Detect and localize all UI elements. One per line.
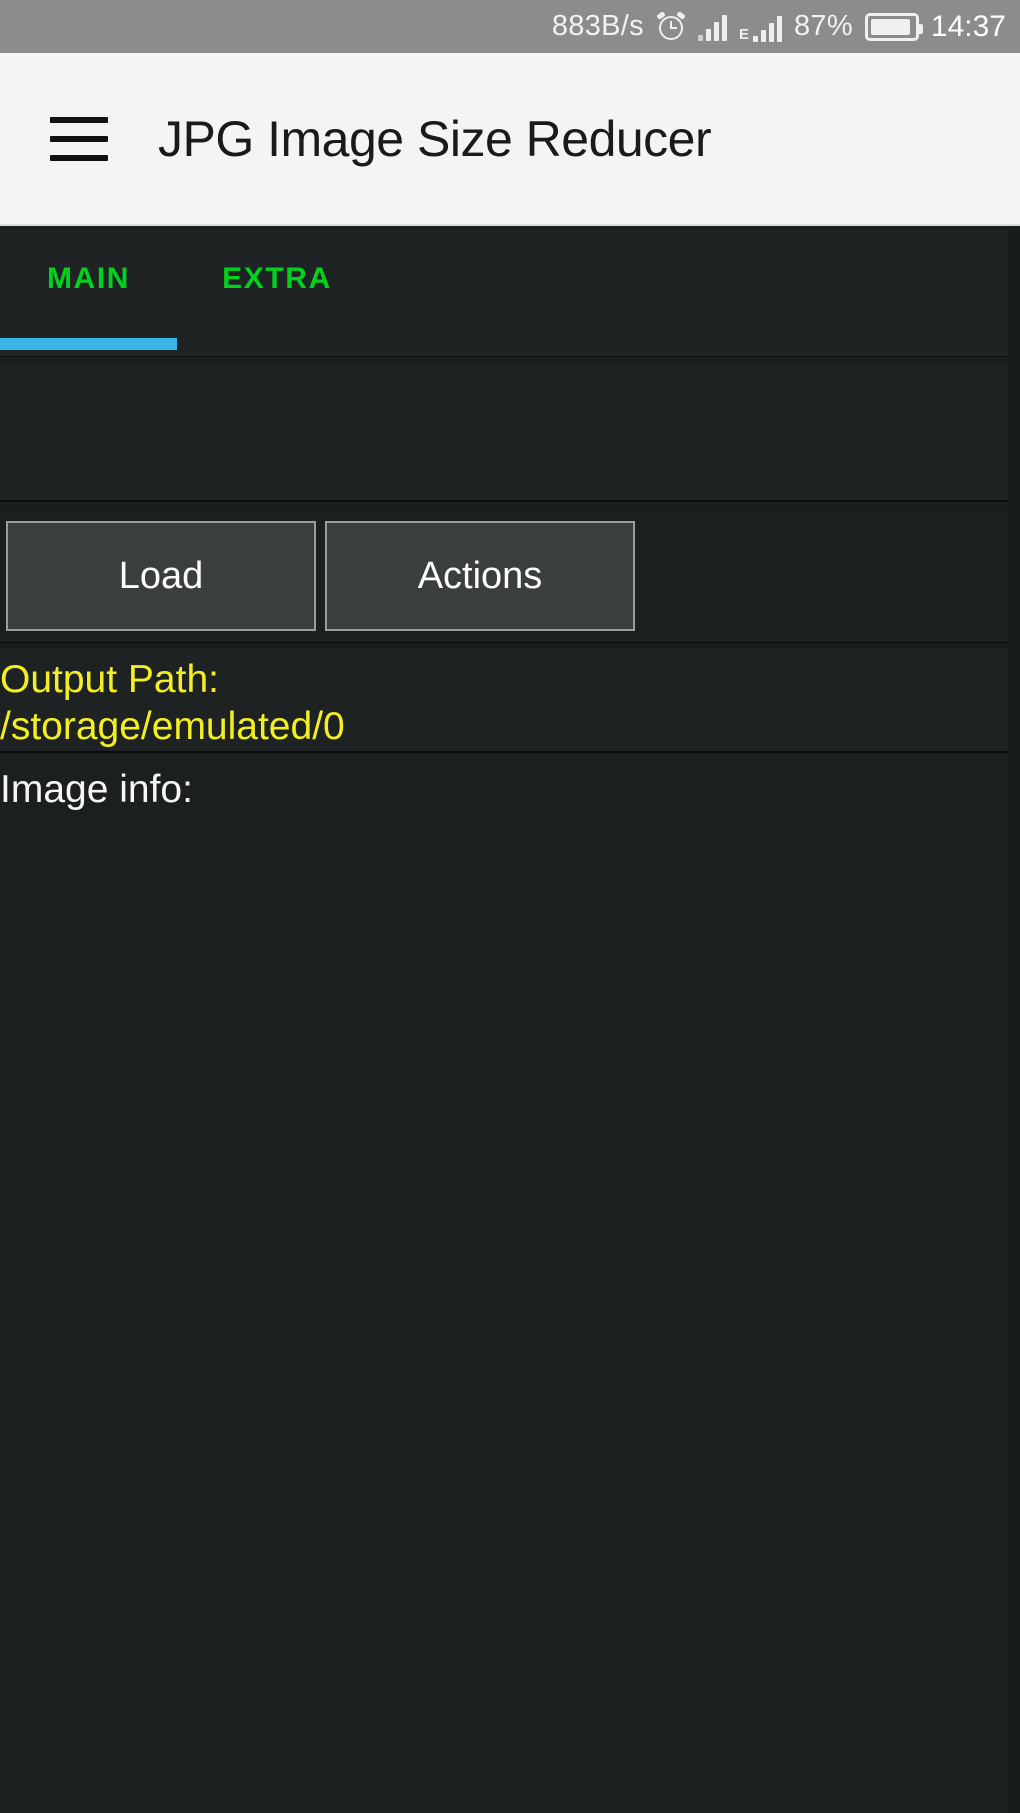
network-speed-text: 883B/s xyxy=(551,10,644,42)
tab-selected-indicator xyxy=(0,338,177,350)
output-path-value: /storage/emulated/0 xyxy=(0,705,345,748)
banner-panel xyxy=(0,362,1008,502)
action-button-row: Load Actions xyxy=(0,510,1008,643)
alarm-clock-icon xyxy=(656,10,686,42)
status-bar: 883B/s E 87% 14:37 xyxy=(0,0,1020,53)
app-screen: 883B/s E 87% 14:37 JPG Image Size Reduce… xyxy=(0,0,1020,1813)
image-info-value xyxy=(0,816,1008,825)
battery-icon xyxy=(864,12,923,41)
battery-percent-text: 87% xyxy=(793,10,853,42)
right-gutter xyxy=(1008,231,1020,1813)
tab-extra[interactable]: EXTRA xyxy=(177,264,377,294)
hamburger-menu-icon[interactable] xyxy=(50,116,108,161)
actions-button[interactable]: Actions xyxy=(325,521,635,631)
page-title: JPG Image Size Reducer xyxy=(158,110,712,167)
app-bar: JPG Image Size Reducer xyxy=(0,53,1020,226)
signal-bars-icon xyxy=(697,13,727,41)
load-button[interactable]: Load xyxy=(6,521,316,631)
tab-main[interactable]: MAIN xyxy=(0,264,177,294)
edge-data-signal-icon: E xyxy=(739,12,782,42)
data-network-letter: E xyxy=(738,25,749,43)
output-path-section[interactable]: Output Path: /storage/emulated/0 xyxy=(0,648,1008,753)
image-info-section: Image info: xyxy=(0,755,1008,1813)
output-path-label: Output Path: xyxy=(0,658,219,701)
clock-text: 14:37 xyxy=(930,9,1006,43)
image-info-label: Image info: xyxy=(0,768,193,811)
tab-bar: MAIN EXTRA xyxy=(0,231,1008,357)
